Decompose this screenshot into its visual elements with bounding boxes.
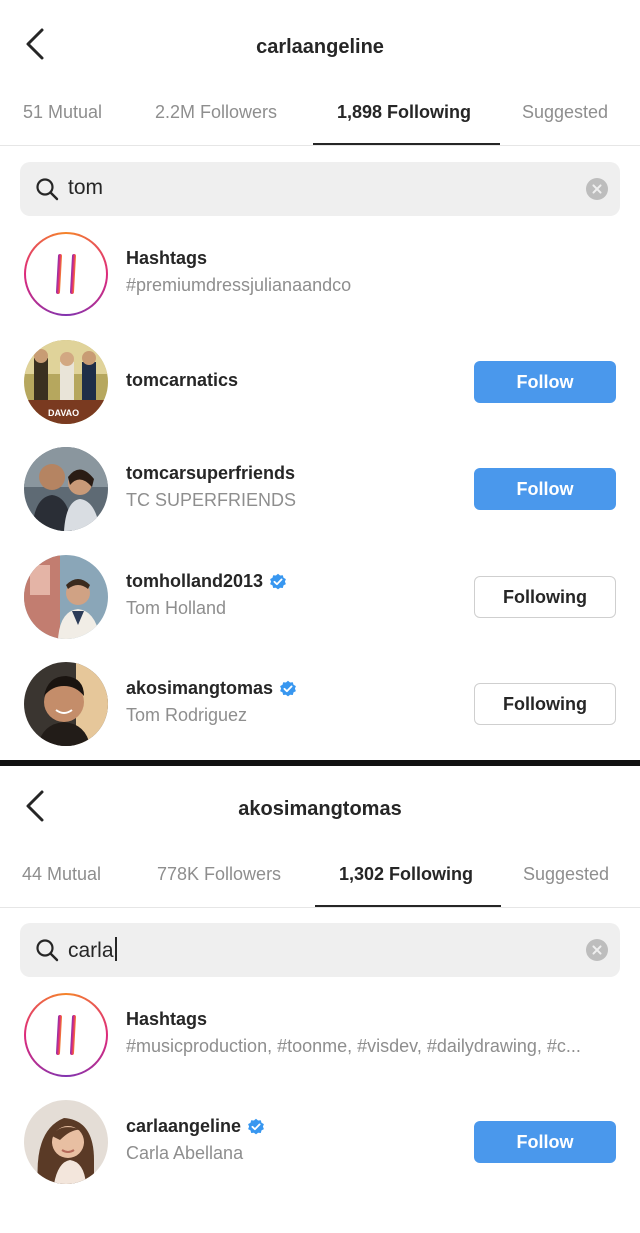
row-info: Hashtags #musicproduction, #toonme, #vis… [126,1009,620,1057]
tab-suggested[interactable]: Suggested [522,102,608,123]
following-button[interactable]: Following [474,683,616,725]
hashtag-icon [47,254,85,294]
list-item-hashtags[interactable]: Hashtags #musicproduction, #toonme, #vis… [0,987,640,1083]
verified-badge-icon [248,1118,264,1134]
row-name: Hashtags [126,1009,208,1029]
verified-badge-icon [270,573,286,589]
avatar [24,555,108,639]
row-subtitle: #musicproduction, #toonme, #visdev, #dai… [126,1036,581,1056]
search-bar[interactable]: tom [20,162,620,216]
verified-badge-icon [280,680,296,696]
row-subtitle: #premiumdressjulianaandco [126,275,352,295]
hashtag-avatar [24,232,108,316]
row-subtitle: TC SUPERFRIENDS [126,490,297,510]
row-subtitle: Tom Holland [126,598,227,618]
list-item-tomcarsuperfriends[interactable]: tomcarsuperfriends TC SUPERFRIENDS Follo… [0,441,640,537]
row-name: tomholland2013 [126,571,440,592]
follow-button[interactable]: Follow [474,361,616,403]
row-info: tomcarsuperfriends TC SUPERFRIENDS [126,463,440,511]
follow-button[interactable]: Follow [474,1121,616,1163]
tab-following[interactable]: 1,898 Following [337,102,471,123]
list-item-tomcarnatics[interactable]: DAVAO tomcarnatics Follow [0,334,640,430]
active-tab-indicator [315,905,501,907]
clear-icon[interactable] [586,178,608,200]
screen-akosimangtomas-following: akosimangtomas 44 Mutual 778K Followers … [0,766,640,1233]
follow-tabs: 51 Mutual 2.2M Followers 1,898 Following… [0,88,640,146]
profile-title: akosimangtomas [238,798,402,820]
profile-title: carlaangeline [256,36,384,58]
tab-mutual[interactable]: 44 Mutual [22,864,101,885]
clear-icon[interactable] [586,939,608,961]
avatar [24,1100,108,1184]
row-info: tomcarnatics [126,370,440,391]
tab-suggested[interactable]: Suggested [523,864,609,885]
row-name: akosimangtomas [126,678,440,699]
row-name: tomcarsuperfriends [126,463,296,483]
search-icon [36,178,59,201]
avatar: DAVAO [24,340,108,424]
avatar-photo [24,1100,108,1184]
hashtag-avatar [24,993,108,1077]
header: akosimangtomas [0,766,640,854]
row-info: tomholland2013 Tom Holland [126,571,440,619]
avatar-photo [24,555,108,639]
search-input[interactable]: carla [68,937,117,963]
search-input[interactable]: tom [68,176,103,200]
tab-mutual[interactable]: 51 Mutual [23,102,102,123]
search-icon [36,939,59,962]
screen-carlaangeline-following: carlaangeline 51 Mutual 2.2M Followers 1… [0,0,640,760]
tab-followers[interactable]: 778K Followers [157,864,281,885]
avatar-photo [24,447,108,531]
row-subtitle: Carla Abellana [126,1143,244,1163]
list-item-hashtags[interactable]: Hashtags #premiumdressjulianaandco [0,226,640,322]
tab-following[interactable]: 1,302 Following [339,864,473,885]
tab-followers[interactable]: 2.2M Followers [155,102,277,123]
avatar [24,662,108,746]
hashtag-icon [47,1015,85,1055]
row-name: tomcarnatics [126,370,239,390]
text-cursor [114,937,117,961]
active-tab-indicator [313,143,500,145]
row-name: Hashtags [126,248,208,268]
row-info: Hashtags #premiumdressjulianaandco [126,248,620,296]
following-button[interactable]: Following [474,576,616,618]
follow-tabs: 44 Mutual 778K Followers 1,302 Following… [0,850,640,908]
list-item-carlaangeline[interactable]: carlaangeline Carla Abellana Follow [0,1094,640,1190]
avatar-caption: DAVAO [48,408,79,418]
list-item-tomholland2013[interactable]: tomholland2013 Tom Holland Following [0,549,640,645]
follow-button[interactable]: Follow [474,468,616,510]
avatar-photo [24,662,108,746]
row-info: akosimangtomas Tom Rodriguez [126,678,440,726]
avatar [24,447,108,531]
search-bar[interactable]: carla [20,923,620,977]
list-item-akosimangtomas[interactable]: akosimangtomas Tom Rodriguez Following [0,656,640,752]
row-name: carlaangeline [126,1116,440,1137]
row-info: carlaangeline Carla Abellana [126,1116,440,1164]
header: carlaangeline [0,0,640,88]
avatar-photo: DAVAO [24,340,108,424]
row-subtitle: Tom Rodriguez [126,705,248,725]
